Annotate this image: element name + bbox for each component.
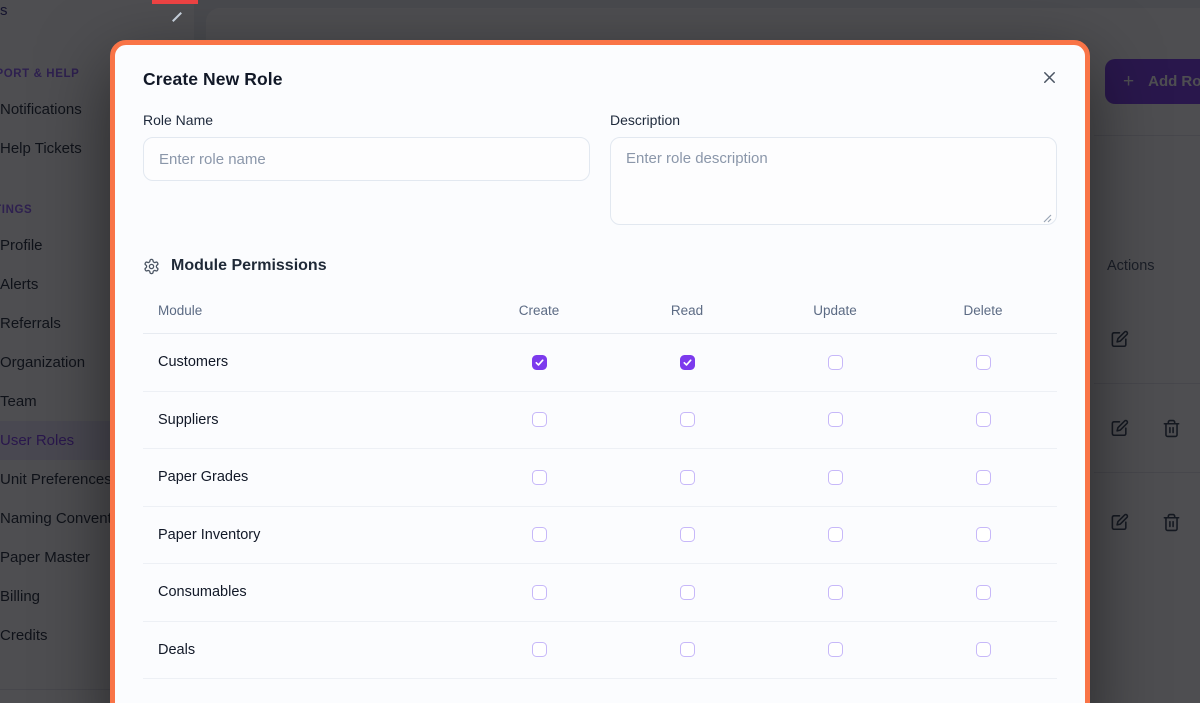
checkbox-customers-update[interactable] <box>828 355 843 370</box>
checkbox-consumables-update[interactable] <box>828 585 843 600</box>
module-name: Customers <box>143 354 465 370</box>
checkbox-paper-inventory-delete[interactable] <box>976 527 991 542</box>
column-header-create: Create <box>465 303 613 318</box>
module-name: Deals <box>143 642 465 658</box>
checkbox-suppliers-delete[interactable] <box>976 412 991 427</box>
permissions-table-header: ModuleCreateReadUpdateDelete <box>143 288 1057 334</box>
permission-row-customers: Customers <box>143 334 1057 392</box>
permission-row-paper-inventory: Paper Inventory <box>143 507 1057 565</box>
role-name-input[interactable] <box>143 137 590 181</box>
checkbox-deals-delete[interactable] <box>976 642 991 657</box>
checkbox-deals-create[interactable] <box>532 642 547 657</box>
permission-row-consumables: Consumables <box>143 564 1057 622</box>
checkbox-suppliers-create[interactable] <box>532 412 547 427</box>
permissions-table: ModuleCreateReadUpdateDelete Customers Su… <box>143 288 1057 679</box>
column-header-module: Module <box>143 303 465 318</box>
clipped-chevron-icon <box>172 12 182 22</box>
module-name: Suppliers <box>143 412 465 428</box>
module-permissions-heading: Module Permissions <box>143 257 1057 275</box>
create-role-modal: Create New Role Role Name Description <box>110 40 1090 703</box>
checkbox-suppliers-read[interactable] <box>680 412 695 427</box>
module-permissions-title: Module Permissions <box>171 257 327 275</box>
column-header-update: Update <box>761 303 909 318</box>
role-name-field-group: Role Name <box>143 112 590 225</box>
module-name: Consumables <box>143 584 465 600</box>
description-field-group: Description <box>610 112 1057 225</box>
permission-row-suppliers: Suppliers <box>143 392 1057 450</box>
gear-icon <box>143 258 160 275</box>
checkbox-customers-delete[interactable] <box>976 355 991 370</box>
checkbox-deals-update[interactable] <box>828 642 843 657</box>
close-button[interactable] <box>1037 65 1061 89</box>
module-name: Paper Grades <box>143 469 465 485</box>
checkbox-paper-inventory-update[interactable] <box>828 527 843 542</box>
x-icon <box>1041 69 1058 86</box>
checkbox-paper-grades-read[interactable] <box>680 470 695 485</box>
module-name: Paper Inventory <box>143 527 465 543</box>
checkbox-paper-inventory-create[interactable] <box>532 527 547 542</box>
checkbox-paper-inventory-read[interactable] <box>680 527 695 542</box>
column-header-read: Read <box>613 303 761 318</box>
description-textarea[interactable] <box>610 137 1057 225</box>
checkbox-suppliers-update[interactable] <box>828 412 843 427</box>
permission-row-paper-grades: Paper Grades <box>143 449 1057 507</box>
checkbox-paper-grades-update[interactable] <box>828 470 843 485</box>
column-header-delete: Delete <box>909 303 1057 318</box>
checkbox-paper-grades-delete[interactable] <box>976 470 991 485</box>
permission-row-deals: Deals <box>143 622 1057 680</box>
checkbox-consumables-read[interactable] <box>680 585 695 600</box>
checkbox-customers-read[interactable] <box>680 355 695 370</box>
checkbox-customers-create[interactable] <box>532 355 547 370</box>
role-name-label: Role Name <box>143 112 590 128</box>
clipped-red-badge <box>152 0 198 4</box>
modal-title: Create New Role <box>143 69 283 90</box>
checkbox-consumables-delete[interactable] <box>976 585 991 600</box>
checkbox-deals-read[interactable] <box>680 642 695 657</box>
checkbox-paper-grades-create[interactable] <box>532 470 547 485</box>
checkbox-consumables-create[interactable] <box>532 585 547 600</box>
description-label: Description <box>610 112 1057 128</box>
screen: s SUPPORT & HELPNotificationsHelp Ticket… <box>0 0 1200 703</box>
